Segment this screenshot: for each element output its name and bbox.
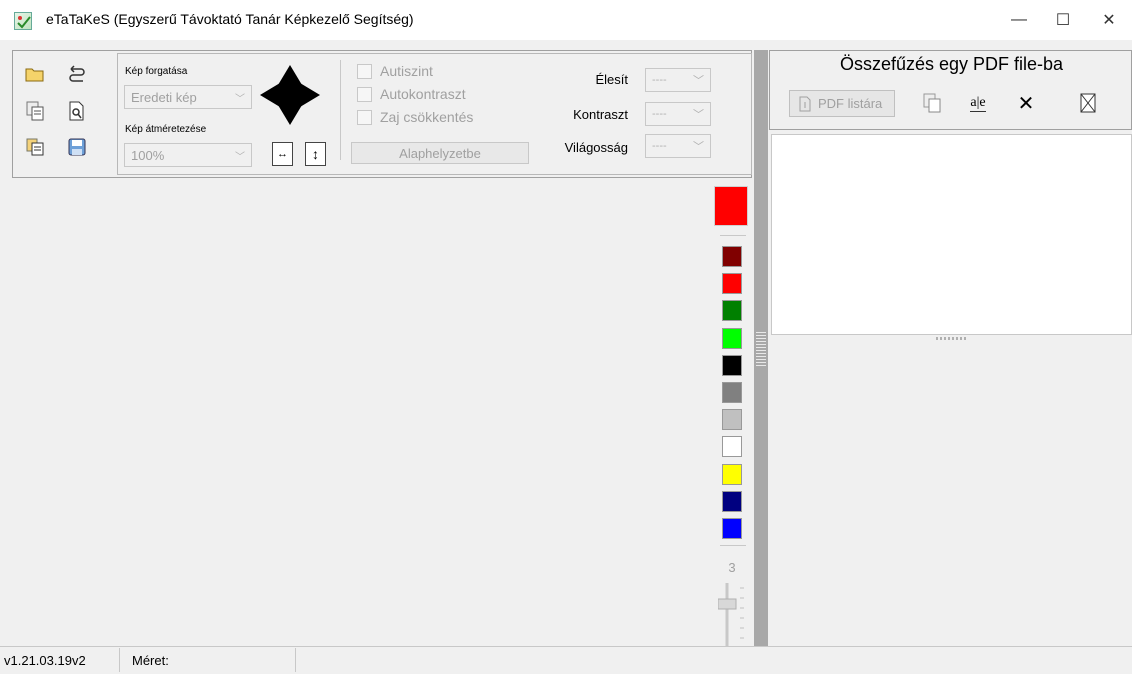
divider <box>720 545 746 546</box>
current-color-swatch[interactable] <box>714 186 748 226</box>
color-swatch[interactable] <box>722 354 742 376</box>
color-swatch[interactable] <box>722 273 742 295</box>
delete-icon[interactable]: ✕ <box>1015 92 1037 115</box>
color-swatch[interactable] <box>722 409 742 431</box>
clear-list-icon[interactable] <box>1077 92 1099 114</box>
contrast-select[interactable]: ---- ﹀ <box>645 102 711 126</box>
autolevel-checkbox[interactable]: Autiszint <box>357 63 433 79</box>
color-swatch[interactable] <box>722 327 742 349</box>
pdf-file-list[interactable] <box>771 134 1132 335</box>
color-swatch[interactable] <box>722 490 742 512</box>
divider <box>720 235 746 236</box>
close-button[interactable]: ✕ <box>1086 0 1132 40</box>
ocr-icon[interactable]: a|e <box>967 92 989 114</box>
paste-icon[interactable] <box>24 136 46 158</box>
color-swatch[interactable] <box>722 463 742 485</box>
color-swatch[interactable] <box>722 382 742 403</box>
pen-size-value: 3 <box>728 560 736 575</box>
chevron-down-icon: ﹀ <box>235 151 245 163</box>
save-icon[interactable] <box>66 136 88 158</box>
separator <box>340 60 341 160</box>
resize-label: Kép átméretezése <box>125 124 207 135</box>
copy-image-icon[interactable] <box>921 92 943 114</box>
fit-height-icon[interactable]: ↕ <box>305 142 326 166</box>
checkbox-box <box>357 86 372 102</box>
resize-select-value: 100% <box>131 147 165 163</box>
undo-icon[interactable] <box>66 63 88 85</box>
rotate-arrows-icon[interactable] <box>258 63 322 127</box>
pdf-panel-title: Összefűzés egy PDF file-ba <box>839 54 1064 74</box>
reset-button[interactable]: Alaphelyzetbe <box>351 142 529 164</box>
splitter-grip[interactable] <box>756 330 766 366</box>
pen-size-slider[interactable] <box>717 583 748 648</box>
contrast-label: Kontraszt <box>573 107 628 122</box>
window-title: eTaTaKeS (Egyszerű Távoktató Tanár Képke… <box>46 11 414 27</box>
list-resize-grip[interactable] <box>936 337 966 340</box>
sharpen-select[interactable]: ---- ﹀ <box>645 68 711 92</box>
chevron-down-icon: ﹀ <box>693 109 704 121</box>
color-swatch[interactable] <box>722 436 742 458</box>
color-swatch[interactable] <box>722 246 742 267</box>
image-canvas[interactable] <box>12 182 706 644</box>
rotate-label: Kép forgatása <box>125 66 188 77</box>
fit-width-icon[interactable]: ↔ <box>272 142 293 166</box>
color-swatch[interactable] <box>722 518 742 539</box>
checkbox-box <box>357 63 372 79</box>
denoise-checkbox[interactable]: Zaj csökkentés <box>357 109 473 125</box>
chevron-down-icon: ﹀ <box>235 93 245 105</box>
rotate-select[interactable]: Eredeti kép ﹀ <box>124 85 252 109</box>
minimize-button[interactable]: — <box>996 0 1042 40</box>
brightness-label: Világosság <box>564 140 628 155</box>
rotate-select-value: Eredeti kép <box>131 89 197 105</box>
autocontrast-checkbox[interactable]: Autokontraszt <box>357 86 466 102</box>
size-label: Méret: <box>122 648 296 672</box>
pdf-list-button[interactable]: PDF listára <box>789 90 895 117</box>
app-icon <box>14 12 32 30</box>
checkbox-box <box>357 109 372 125</box>
chevron-down-icon: ﹀ <box>693 141 704 153</box>
sharpen-label: Élesít <box>595 72 628 87</box>
pdf-preview-area <box>771 343 1132 644</box>
pdf-add-icon <box>799 96 811 111</box>
version-label: v1.21.03.19v2 <box>0 648 120 672</box>
chevron-down-icon: ﹀ <box>693 75 704 87</box>
color-swatch[interactable] <box>722 300 742 322</box>
resize-select[interactable]: 100% ﹀ <box>124 143 252 167</box>
open-folder-icon[interactable] <box>24 63 46 85</box>
brightness-select[interactable]: ---- ﹀ <box>645 134 711 158</box>
maximize-button[interactable]: ☐ <box>1040 0 1086 40</box>
copy-image-icon[interactable] <box>24 100 46 122</box>
print-preview-icon[interactable] <box>66 100 88 122</box>
